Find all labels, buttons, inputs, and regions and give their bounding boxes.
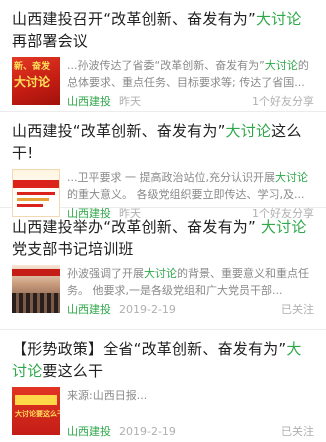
thumbnail-graphic	[12, 269, 60, 276]
thumbnail-graphic	[13, 180, 59, 188]
thumbnail-graphic	[17, 192, 55, 195]
article-summary: 来源:山西日报...	[67, 387, 314, 421]
title-text: 山西建投“改革创新、奋发有为”	[12, 122, 226, 140]
thumbnail-graphic	[15, 395, 57, 405]
title-text: 【形势政策】全省“改革创新、奋发有为”	[12, 340, 287, 358]
title-highlight: 大讨论	[260, 218, 307, 236]
summary-highlight: 大讨论	[144, 267, 177, 280]
title-highlight: 大讨论	[255, 10, 302, 28]
article-title[interactable]: 山西建投举办“改革创新、奋发有为” 大讨论党支部书记培训班	[12, 216, 314, 260]
article-title[interactable]: 山西建投“改革创新、奋发有为”大讨论这么干!	[12, 120, 314, 164]
thumbnail-graphic	[12, 293, 60, 313]
article-card[interactable]: 山西建投举办“改革创新、奋发有为” 大讨论党支部书记培训班 孙波强调了开展大讨论…	[0, 208, 326, 330]
article-title[interactable]: 【形势政策】全省“改革创新、奋发有为”大讨论要这么干	[12, 338, 314, 382]
title-text: 党支部书记培训班	[12, 240, 134, 258]
title-text: 再部署会议	[12, 32, 89, 50]
article-card[interactable]: 山西建投“改革创新、奋发有为”大讨论这么干! ...卫平要求 一 提高政治站位,…	[0, 112, 326, 220]
summary-text: 的重大意义。 各级党组织要立即传达、学习,及...	[67, 188, 305, 201]
article-thumbnail[interactable]	[12, 265, 60, 313]
article-summary: 孙波强调了开展大讨论的背景、重要意义和重点任务。 他要求,一是各级党组和广大党员…	[67, 265, 314, 299]
article-card[interactable]: 【形势政策】全省“改革创新、奋发有为”大讨论要这么干 大讨论要这么干 来源:山西…	[0, 330, 326, 442]
article-social-stat: 1个好友分享	[252, 95, 314, 108]
thumbnail-caption: 大讨论要这么干	[15, 410, 60, 418]
thumbnail-caption: 新、奋发	[14, 62, 51, 72]
article-follow-status: 已关注	[281, 425, 314, 438]
title-highlight: 大讨论	[225, 122, 272, 140]
article-date: 2019-2-19	[119, 425, 176, 438]
thumbnail-graphic	[17, 204, 43, 207]
article-source[interactable]: 山西建投	[67, 302, 111, 318]
thumbnail-graphic	[17, 198, 49, 201]
article-title[interactable]: 山西建投召开“改革创新、奋发有为”大讨论再部署会议	[12, 8, 314, 52]
article-date: 昨天	[119, 95, 141, 108]
summary-text: 孙波强调了开展	[67, 267, 144, 280]
article-date: 2019-2-19	[119, 303, 176, 316]
summary-text: 来源:山西日报...	[67, 389, 148, 402]
article-summary: ...卫平要求 一 提高政治站位,充分认识开展大讨论的重大意义。 各级党组织要立…	[67, 169, 314, 203]
article-card[interactable]: 山西建投召开“改革创新、奋发有为”大讨论再部署会议 新、奋发 大讨论 ...孙波…	[0, 0, 326, 112]
summary-highlight: 大讨论	[264, 59, 298, 72]
article-thumbnail[interactable]: 新、奋发 大讨论	[12, 57, 60, 105]
article-feed: 山西建投召开“改革创新、奋发有为”大讨论再部署会议 新、奋发 大讨论 ...孙波…	[0, 0, 326, 442]
title-text: 山西建投召开“改革创新、奋发有为”	[12, 10, 256, 28]
article-summary: ...孙波传达了省委“改革创新、奋发有为”大讨论的总体要求、重点任务、目标要求等…	[67, 57, 314, 91]
title-text: 要这么干	[42, 362, 104, 380]
article-thumbnail[interactable]: 大讨论要这么干	[12, 387, 60, 435]
summary-text: ...卫平要求 一 提高政治站位,充分认识开展	[67, 171, 275, 184]
title-text: 山西建投举办“改革创新、奋发有为”	[12, 218, 261, 236]
summary-text: ...孙波传达了省委“改革创新、奋发有为”	[67, 59, 265, 72]
article-follow-status: 已关注	[281, 303, 314, 316]
article-source[interactable]: 山西建投	[67, 94, 111, 110]
article-source[interactable]: 山西建投	[67, 424, 111, 440]
summary-highlight: 大讨论	[274, 171, 308, 184]
thumbnail-caption: 大讨论	[14, 75, 51, 89]
